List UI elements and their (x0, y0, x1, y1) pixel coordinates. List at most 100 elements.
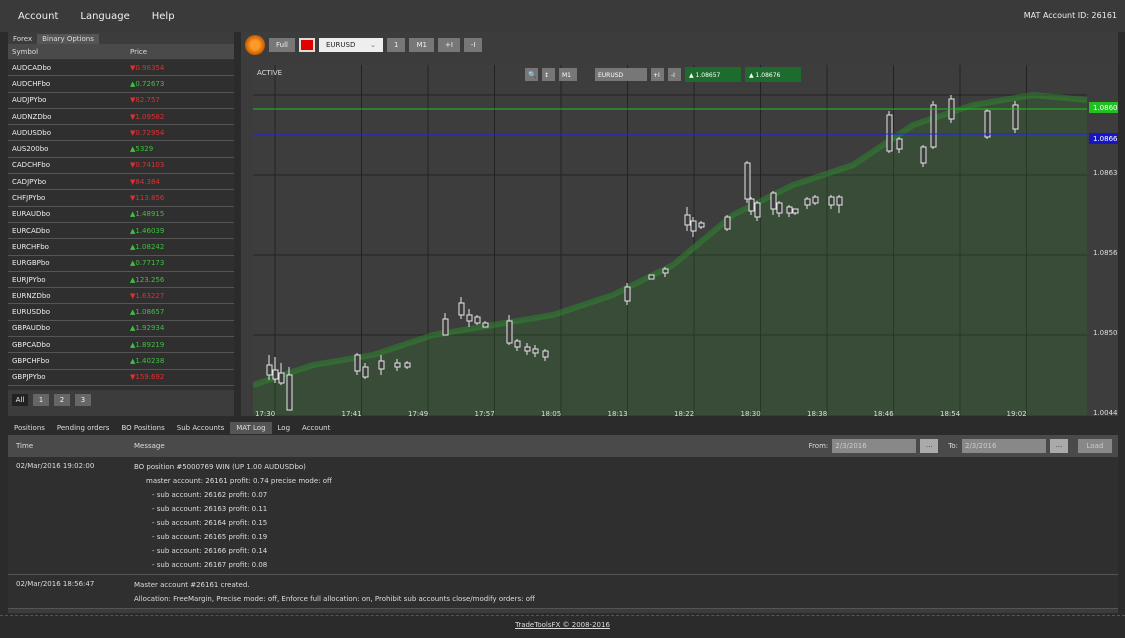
tab-binary-options[interactable]: Binary Options (37, 34, 99, 44)
blue-level-label: 1.0866 (1093, 135, 1118, 143)
log-entry-message: BO position #5000769 WIN (UP 1.00 AUDUSD… (126, 457, 332, 574)
candle-body (698, 222, 705, 228)
symbol-price: ▲0.77173 (130, 259, 165, 268)
symbol-name: EURCHFbo (12, 242, 49, 251)
page-1-button[interactable]: 1 (33, 394, 49, 406)
tab-positions[interactable]: Positions (8, 422, 51, 434)
color-picker-button[interactable] (298, 38, 315, 52)
candle-body (690, 220, 697, 232)
symbol-row[interactable]: EURCADbo ▲1.46039 (8, 222, 234, 240)
time-column-header: Time (16, 442, 34, 450)
time-label: 19:02 (1007, 410, 1027, 416)
page-all-button[interactable]: All (12, 394, 28, 406)
time-label: 17:41 (342, 410, 362, 416)
symbol-row[interactable]: EURGBPbo ▲0.77173 (8, 255, 234, 272)
symbol-price: ▲1.08657 (130, 308, 165, 317)
symbol-row[interactable]: EURAUDbo ▲1.48915 (8, 206, 234, 223)
symbol-price: ▼82.757 (130, 96, 160, 105)
page-2-button[interactable]: 2 (54, 394, 70, 406)
menu-language[interactable]: Language (80, 11, 129, 22)
menu-account[interactable]: Account (18, 11, 58, 22)
log-line: - sub account: 26162 profit: 0.07 (152, 491, 268, 499)
candle-body (920, 146, 927, 164)
candle-body (896, 138, 903, 150)
symbol-row[interactable]: CADJPYbo ▼84.384 (8, 174, 234, 191)
symbol-name: AUDCADbo (12, 63, 52, 72)
quantity-button[interactable]: 1 (386, 38, 406, 52)
symbol-row[interactable]: GBPAUDbo ▲1.92934 (8, 320, 234, 338)
candle-body (466, 314, 473, 322)
candle-body (394, 362, 401, 368)
candle-body (482, 322, 489, 328)
symbol-row[interactable]: CADCHFbo ▼0.74103 (8, 157, 234, 175)
symbol-price: ▼0.72954 (130, 128, 165, 137)
from-date-input[interactable] (832, 439, 917, 453)
symbol-name: CADJPYbo (12, 177, 47, 186)
zoom-in-button[interactable]: +I (437, 38, 460, 52)
symbol-row[interactable]: EURUSDbo ▲1.08657 (8, 304, 234, 321)
price-column-header[interactable]: Price (126, 48, 147, 56)
symbol-name: EURGBPbo (12, 259, 50, 268)
to-date-picker-button[interactable]: ... (1050, 439, 1068, 453)
time-label: 18:46 (874, 410, 895, 416)
candle-body (278, 372, 285, 384)
zoom-out-button[interactable]: -I (463, 38, 483, 52)
tab-forex[interactable]: Forex (8, 34, 37, 44)
candle-body (684, 214, 691, 226)
page-3-button[interactable]: 3 (75, 394, 91, 406)
menu-help[interactable]: Help (152, 11, 175, 22)
symbol-row[interactable]: AUS200bo ▲5329 (8, 141, 234, 158)
log-entry-time: 02/Mar/2016 18:56:47 (16, 580, 95, 588)
candle-body (828, 196, 835, 206)
tab-log[interactable]: Log (272, 422, 297, 434)
time-label: 17:49 (408, 410, 428, 416)
symbol-name: AUDUSDbo (12, 128, 51, 137)
symbol-row[interactable]: GBPCADbo ▲1.89219 (8, 337, 234, 354)
bottom-tabs: Positions Pending orders BO Positions Su… (8, 421, 1118, 435)
symbol-row[interactable]: EURNZDbo ▼1.63227 (8, 288, 234, 305)
log-table-header: Time Message From: ... To: ... Load (8, 435, 1118, 457)
symbol-row[interactable]: CHFJPYbo ▼113.856 (8, 190, 234, 207)
symbol-row[interactable]: EURCHFbo ▲1.08242 (8, 239, 234, 256)
symbol-row[interactable]: EURJPYbo ▲123.256 (8, 271, 234, 289)
tab-sub-accounts[interactable]: Sub Accounts (171, 422, 230, 434)
tab-mat-log[interactable]: MAT Log (230, 422, 272, 434)
load-button[interactable]: Load (1078, 439, 1112, 453)
overlay-symbol-label: EURUSD (598, 72, 624, 79)
symbol-price: ▲5329 (130, 145, 154, 154)
symbol-row[interactable]: GBPCHFbo ▲1.40238 (8, 353, 234, 370)
symbol-column-header[interactable]: Symbol (8, 48, 126, 56)
log-line: master account: 26161 profit: 0.74 preci… (146, 477, 332, 485)
candle-body (354, 354, 361, 372)
symbol-select[interactable]: EURUSD ⌄ (318, 38, 383, 52)
price-chart[interactable]: 1.0860 1.0866 1.0863 1.0856 1.0850 1.0044 1… (253, 65, 1118, 416)
full-button[interactable]: Full (269, 38, 295, 52)
symbol-price: ▲1.08242 (130, 242, 165, 251)
time-label: 18:38 (807, 410, 827, 416)
overlay-plus-label: +I (653, 72, 660, 79)
symbol-price: ▼0.98354 (130, 63, 165, 72)
chart-panel: Full EURUSD ⌄ 1 M1 +I -I 1.0860 1.0866 1… (241, 32, 1118, 416)
from-date-picker-button[interactable]: ... (920, 439, 939, 453)
to-date-input[interactable] (962, 439, 1046, 453)
symbol-row[interactable]: GBPJPYbo ▼159.692 (8, 369, 234, 386)
symbol-price: ▲1.46039 (130, 226, 165, 235)
symbol-row[interactable]: AUDCADbo ▼0.98354 (8, 60, 234, 77)
time-label: 18:54 (940, 410, 961, 416)
tab-pending-orders[interactable]: Pending orders (51, 422, 116, 434)
footer-copyright-link[interactable]: TradeToolsFX © 2008-2016 (515, 621, 610, 629)
symbol-row[interactable]: AUDJPYbo ▼82.757 (8, 92, 234, 109)
candle-body (272, 369, 279, 380)
symbol-row[interactable]: AUDCHFbo ▲0.72673 (8, 76, 234, 93)
tab-bo-positions[interactable]: BO Positions (115, 422, 170, 434)
candle-body (770, 192, 777, 210)
candle-body (542, 350, 549, 358)
timeframe-button[interactable]: M1 (409, 38, 434, 52)
candle-body (378, 360, 385, 370)
tab-account[interactable]: Account (296, 422, 336, 434)
symbol-row[interactable]: AUDNZDbo ▼1.09582 (8, 108, 234, 126)
log-entry: 02/Mar/2016 19:02:00 BO position #500076… (8, 457, 1118, 575)
symbol-row[interactable]: AUDUSDbo ▼0.72954 (8, 125, 234, 142)
symbol-panel: Forex Binary Options Symbol Price AUDCAD… (8, 32, 234, 416)
log-line: Master account #26161 created. (134, 581, 250, 589)
